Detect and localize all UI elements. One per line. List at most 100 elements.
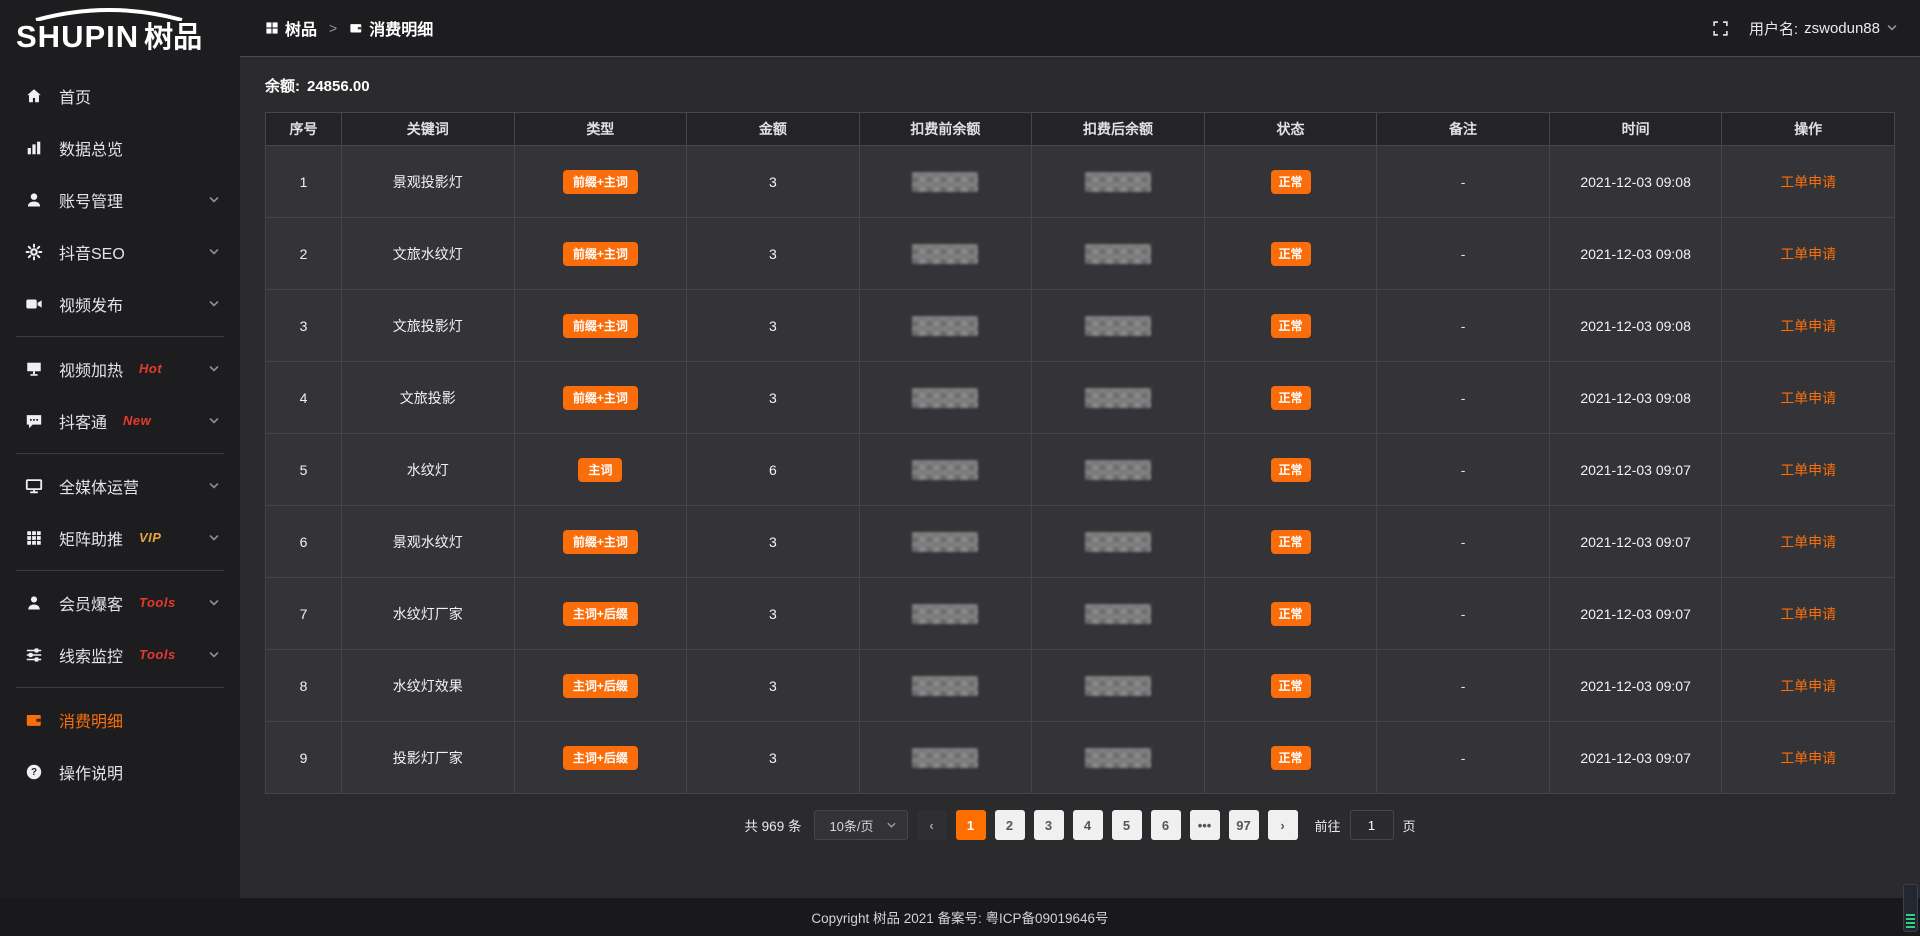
type-badge: 主词 — [578, 458, 622, 482]
cell-action: 工单申请 — [1722, 650, 1895, 722]
cell-status: 正常 — [1204, 290, 1377, 362]
cell-time: 2021-12-03 09:07 — [1549, 434, 1722, 506]
breadcrumb-item-consume-detail[interactable]: 消费明细 — [349, 16, 433, 40]
work-order-link[interactable]: 工单申请 — [1780, 678, 1836, 694]
cell-amount: 3 — [687, 362, 860, 434]
sidebar-item-label: 会员爆客 — [59, 591, 123, 615]
cell-time: 2021-12-03 09:08 — [1549, 290, 1722, 362]
page-button-6[interactable]: 6 — [1151, 810, 1181, 840]
page-more-button[interactable]: ••• — [1190, 810, 1220, 840]
logo[interactable]: SHUPIN 树品 — [0, 0, 240, 56]
remark-text: - — [1461, 462, 1466, 478]
sidebar-item-label: 抖音SEO — [59, 240, 125, 264]
table-row: 9投影灯厂家主词+后缀3正常-2021-12-03 09:07工单申请 — [266, 722, 1895, 794]
page-button-2[interactable]: 2 — [995, 810, 1025, 840]
cell-balance-before — [859, 434, 1032, 506]
user-menu[interactable]: 用户名: zswodun88 — [1749, 18, 1898, 39]
sidebar-item-consume-detail[interactable]: 消费明细 — [0, 694, 240, 746]
work-order-link[interactable]: 工单申请 — [1780, 606, 1836, 622]
cell-amount: 3 — [687, 722, 860, 794]
sidebar-item-account-manage[interactable]: 账号管理 — [0, 174, 240, 226]
sidebar: SHUPIN 树品 首页数据总览账号管理抖音SEO 视频发布视频加热Hot抖客通N… — [0, 0, 240, 898]
sidebar-item-label: 视频加热 — [59, 357, 123, 381]
cell-action: 工单申请 — [1722, 506, 1895, 578]
redacted-balance-blur — [912, 244, 978, 264]
sidebar-item-video-heat[interactable]: 视频加热Hot — [0, 343, 240, 395]
breadcrumb-label: 树品 — [285, 16, 317, 40]
cell-balance-before — [859, 146, 1032, 218]
prev-page-button[interactable]: ‹ — [917, 810, 947, 840]
page-size-select[interactable]: 10条/页 — [814, 810, 907, 840]
fullscreen-icon[interactable] — [1712, 20, 1729, 37]
page-button-97[interactable]: 97 — [1229, 810, 1259, 840]
sidebar-item-video-publish[interactable]: 视频发布 — [0, 278, 240, 330]
cell-type: 主词+后缀 — [514, 722, 687, 794]
cell-index: 8 — [266, 650, 342, 722]
cell-index: 6 — [266, 506, 342, 578]
sidebar-item-label: 线索监控 — [59, 643, 123, 667]
chevron-down-icon — [208, 194, 220, 206]
cell-time: 2021-12-03 09:07 — [1549, 506, 1722, 578]
status-badge: 正常 — [1271, 458, 1311, 482]
page-button-3[interactable]: 3 — [1034, 810, 1064, 840]
sidebar-item-data-overview[interactable]: 数据总览 — [0, 122, 240, 174]
type-badge: 前缀+主词 — [563, 242, 638, 266]
redacted-balance-blur — [1085, 748, 1151, 768]
right-column: 树品>消费明细 用户名: zswodun88 余额: — [240, 0, 1920, 898]
table-header-row: 序号关键词类型金额扣费前余额扣费后余额状态备注时间操作 — [266, 113, 1895, 146]
cell-remark: - — [1377, 218, 1550, 290]
sidebar-item-clue-monitor[interactable]: 线索监控Tools — [0, 629, 240, 681]
sliders-icon — [24, 645, 44, 665]
redacted-balance-blur — [1085, 172, 1151, 192]
cell-remark: - — [1377, 290, 1550, 362]
cell-index: 4 — [266, 362, 342, 434]
page-button-4[interactable]: 4 — [1073, 810, 1103, 840]
cell-action: 工单申请 — [1722, 146, 1895, 218]
work-order-link[interactable]: 工单申请 — [1780, 462, 1836, 478]
page-button-1[interactable]: 1 — [956, 810, 986, 840]
next-page-button[interactable]: › — [1268, 810, 1298, 840]
sidebar-item-matrix-boost[interactable]: 矩阵助推VIP — [0, 512, 240, 564]
jump-page-input[interactable] — [1350, 810, 1394, 840]
bar-chart-icon — [24, 138, 44, 158]
jump-suffix: 页 — [1403, 816, 1416, 835]
corner-tool-widget[interactable] — [1903, 884, 1918, 932]
cell-balance-before — [859, 290, 1032, 362]
sidebar-item-douyin-seo[interactable]: 抖音SEO — [0, 226, 240, 278]
sidebar-item-manual[interactable]: ?操作说明 — [0, 746, 240, 798]
sidebar-item-media-ops[interactable]: 全媒体运营 — [0, 460, 240, 512]
work-order-link[interactable]: 工单申请 — [1780, 246, 1836, 262]
work-order-link[interactable]: 工单申请 — [1780, 750, 1836, 766]
sidebar-item-douketong[interactable]: 抖客通New — [0, 395, 240, 447]
redacted-balance-blur — [1085, 316, 1151, 336]
column-header: 序号 — [266, 113, 342, 146]
chevron-down-icon — [208, 649, 220, 661]
sidebar-item-label: 消费明细 — [59, 708, 123, 732]
redacted-balance-blur — [1085, 532, 1151, 552]
redacted-balance-blur — [1085, 388, 1151, 408]
cell-status: 正常 — [1204, 722, 1377, 794]
cell-amount: 3 — [687, 578, 860, 650]
sidebar-item-member-burst[interactable]: 会员爆客Tools — [0, 577, 240, 629]
sidebar-item-home[interactable]: 首页 — [0, 70, 240, 122]
column-header: 操作 — [1722, 113, 1895, 146]
breadcrumb-item-home[interactable]: 树品 — [265, 16, 317, 40]
work-order-link[interactable]: 工单申请 — [1780, 534, 1836, 550]
remark-text: - — [1461, 174, 1466, 190]
chevron-down-icon — [208, 597, 220, 609]
footer: Copyright 树品 2021 备案号: 粤ICP备09019646号 — [0, 898, 1920, 936]
page-button-5[interactable]: 5 — [1112, 810, 1142, 840]
cell-index: 1 — [266, 146, 342, 218]
page-buttons: 123456 ••• 97 — [956, 810, 1259, 840]
work-order-link[interactable]: 工单申请 — [1780, 174, 1836, 190]
chevron-down-icon — [208, 480, 220, 492]
table-row: 2文旅水纹灯前缀+主词3正常-2021-12-03 09:08工单申请 — [266, 218, 1895, 290]
work-order-link[interactable]: 工单申请 — [1780, 318, 1836, 334]
type-badge: 主词+后缀 — [563, 674, 638, 698]
work-order-link[interactable]: 工单申请 — [1780, 390, 1836, 406]
status-badge: 正常 — [1271, 746, 1311, 770]
status-badge: 正常 — [1271, 386, 1311, 410]
cell-time: 2021-12-03 09:07 — [1549, 578, 1722, 650]
cell-keyword: 水纹灯 — [342, 434, 515, 506]
sidebar-item-label: 矩阵助推 — [59, 526, 123, 550]
